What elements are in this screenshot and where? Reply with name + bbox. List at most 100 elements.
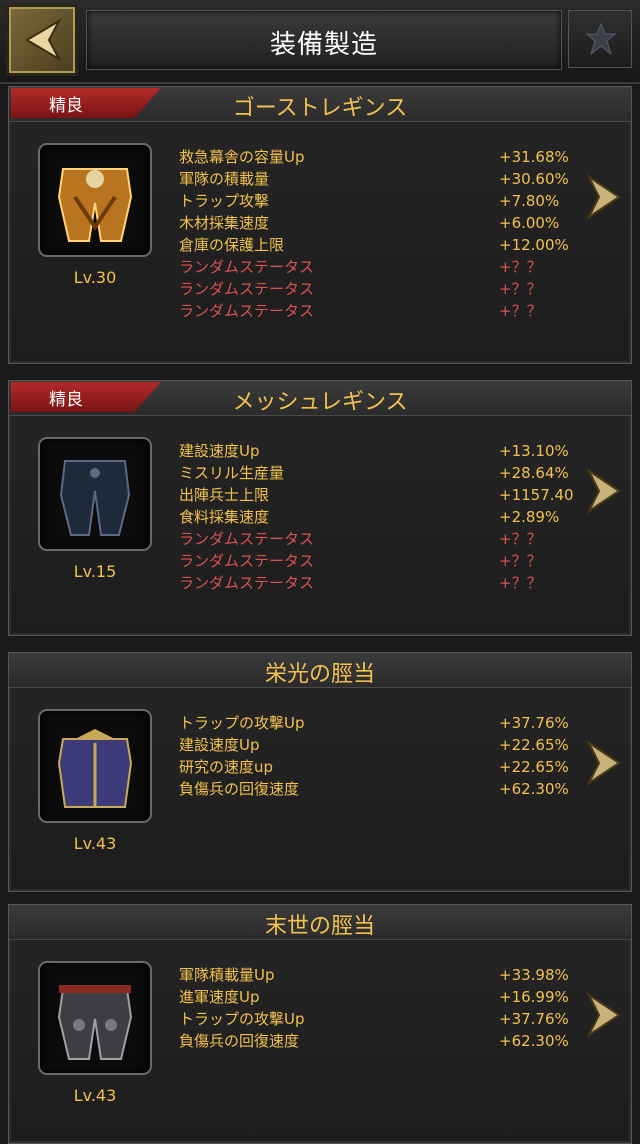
item-name: 末世の脛当 [264,914,375,939]
next-arrow-icon[interactable] [585,739,623,787]
stat-name: 軍隊積載量Up [179,966,275,984]
random-stat-row: ランダムステータス +？？ [179,300,569,322]
emblem-button[interactable] [568,10,632,68]
stat-name: 救急幕舎の容量Up [179,148,305,166]
random-stat-row: ランダムステータス +？？ [179,550,569,572]
equipment-card[interactable]: 精良 メッシュレギンス Lv.15 建設速度Up +13.10% ミスリル生産量 +… [8,380,632,636]
stat-row: 木材採集速度 +6.00% [179,212,569,234]
stat-row: 救急幕舎の容量Up +31.68% [179,146,569,168]
stat-name: 倉庫の保護上限 [179,236,285,254]
stat-value: +？？ [499,302,542,320]
stat-row: 食料採集速度 +2.89% [179,506,569,528]
stat-value: +？？ [499,530,542,548]
stat-row: ミスリル生産量 +28.64% [179,462,569,484]
next-arrow-icon[interactable] [585,467,623,515]
stat-value: +13.10% [499,442,569,460]
stat-value: +16.99% [499,988,569,1006]
stat-row: 倉庫の保護上限 +12.00% [179,234,569,256]
stat-value: +1157.40 [499,486,574,504]
stat-row: トラップの攻撃Up +37.76% [179,1008,569,1030]
stat-name: 負傷兵の回復速度 [179,780,300,798]
random-stat-row: ランダムステータス +？？ [179,256,569,278]
next-arrow-icon[interactable] [585,991,623,1039]
stat-name: トラップ攻撃 [179,192,270,210]
stat-value: +？？ [499,552,542,570]
stat-name: ミスリル生産量 [179,464,285,482]
guild-emblem-icon [585,22,617,56]
stat-list: 軍隊積載量Up +33.98% 進軍速度Up +16.99% トラップの攻撃Up +3… [179,964,569,1052]
item-icon-frame [38,961,152,1075]
stat-name: ランダムステータス [179,530,315,548]
doom-greaves-icon [57,985,133,1060]
stat-value: +37.76% [499,714,569,732]
stat-list: トラップの攻撃Up +37.76% 建設速度Up +22.65% 研究の速度up +2… [179,712,569,800]
title-plate: 装備製造 [86,10,562,70]
stat-row: 出陣兵士上限 +1157.40 [179,484,574,506]
stat-value: +6.00% [499,214,560,232]
stat-name: 建設速度Up [179,736,260,754]
card-header: 末世の脛当 [9,905,631,940]
equipment-card[interactable]: 精良 ゴーストレギンス Lv.30 救急幕舎の容量Up +31.68% 軍隊の積載… [8,86,632,364]
stat-value: +？？ [499,258,542,276]
stat-row: トラップ攻撃 +7.80% [179,190,569,212]
stat-row: 軍隊積載量Up +33.98% [179,964,569,986]
item-name: 栄光の脛当 [264,662,375,687]
random-stat-row: ランダムステータス +？？ [179,278,569,300]
card-header: 栄光の脛当 [9,653,631,688]
stat-row: 負傷兵の回復速度 +62.30% [179,778,569,800]
card-header: 精良 ゴーストレギンス [9,87,631,122]
item-level: Lv.15 [73,562,117,581]
stat-list: 救急幕舎の容量Up +31.68% 軍隊の積載量 +30.60% トラップ攻撃 +7.… [179,146,569,322]
stat-name: 木材採集速度 [179,214,270,232]
stat-value: +12.00% [499,236,569,254]
stat-value: +22.65% [499,758,569,776]
stat-name: トラップの攻撃Up [179,1010,305,1028]
glory-greaves-icon [57,729,133,808]
back-arrow-icon [25,18,62,62]
item-icon-frame [38,143,152,257]
stat-value: +33.98% [499,966,569,984]
item-level: Lv.30 [73,268,117,287]
stat-value: +31.68% [499,148,569,166]
item-name: メッシュレギンス [232,390,408,415]
stat-name: 食料採集速度 [179,508,270,526]
stat-name: 軍隊の積載量 [179,170,270,188]
stat-row: 研究の速度up +22.65% [179,756,569,778]
stat-name: 研究の速度up [179,758,274,776]
stat-name: ランダムステータス [179,258,315,276]
stat-row: 負傷兵の回復速度 +62.30% [179,1030,569,1052]
stat-name: トラップの攻撃Up [179,714,305,732]
stat-name: 進軍速度Up [179,988,260,1006]
ghost-leggings-icon [57,168,133,242]
stat-name: 建設速度Up [179,442,260,460]
top-bar: 装備製造 [0,0,640,84]
stat-row: 進軍速度Up +16.99% [179,986,569,1008]
equipment-card[interactable]: 末世の脛当 Lv.43 軍隊積載量Up +33.98% 進軍速度Up +16.99%… [8,904,632,1144]
stat-value: +？？ [499,280,542,298]
stat-value: +62.30% [499,1032,569,1050]
stat-name: 負傷兵の回復速度 [179,1032,300,1050]
stat-name: ランダムステータス [179,574,315,592]
back-button[interactable] [6,4,78,76]
item-name: ゴーストレギンス [232,96,408,121]
stat-row: 建設速度Up +13.10% [179,440,569,462]
stat-value: +37.76% [499,1010,569,1028]
page-title: 装備製造 [269,30,378,60]
stat-row: 軍隊の積載量 +30.60% [179,168,569,190]
item-icon-frame [38,437,152,551]
stat-row: 建設速度Up +22.65% [179,734,569,756]
stat-list: 建設速度Up +13.10% ミスリル生産量 +28.64% 出陣兵士上限 +1157… [179,440,574,594]
mesh-leggings-icon [59,460,131,536]
equipment-card[interactable]: 栄光の脛当 Lv.43 トラップの攻撃Up +37.76% 建設速度Up +22.6… [8,652,632,892]
next-arrow-icon[interactable] [585,173,623,221]
item-icon-frame [38,709,152,823]
stat-name: ランダムステータス [179,552,315,570]
stat-value: +30.60% [499,170,569,188]
stat-name: ランダムステータス [179,280,315,298]
item-level: Lv.43 [73,834,117,853]
card-header: 精良 メッシュレギンス [9,381,631,416]
item-level: Lv.43 [73,1086,117,1105]
stat-value: +2.89% [499,508,560,526]
stat-value: +？？ [499,574,542,592]
stat-value: +28.64% [499,464,569,482]
